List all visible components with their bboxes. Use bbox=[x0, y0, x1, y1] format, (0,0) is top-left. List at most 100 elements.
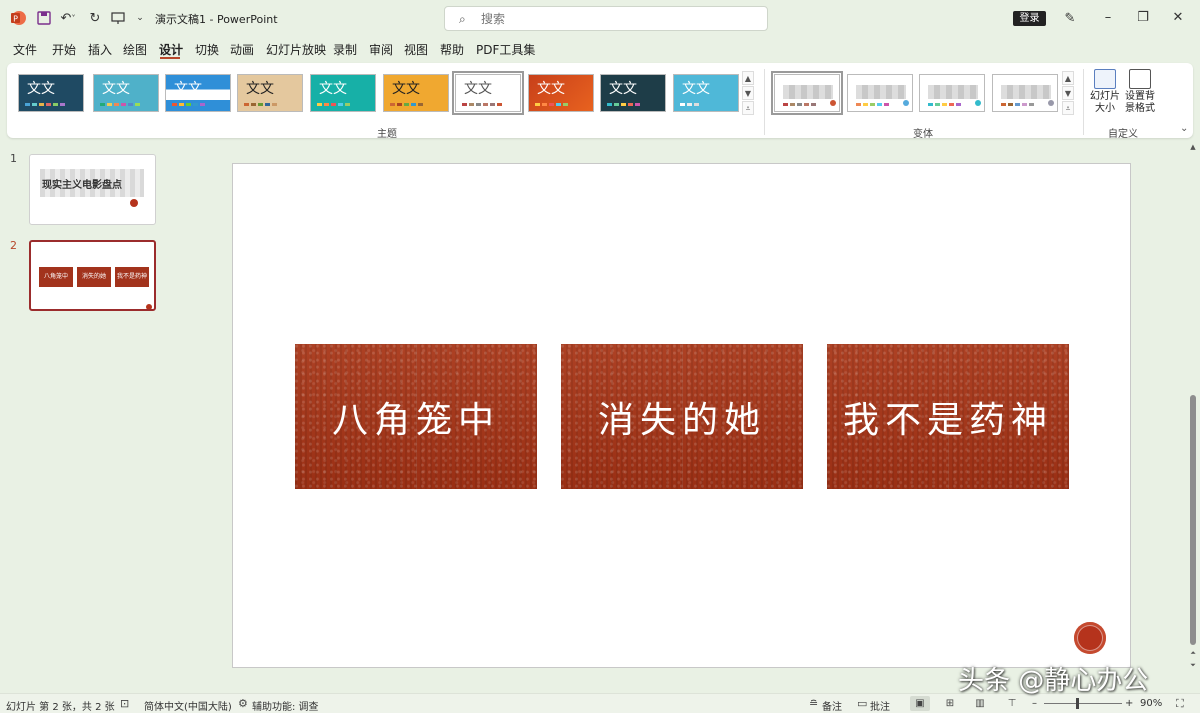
tab-draw[interactable]: 绘图 bbox=[123, 41, 147, 58]
zoom-in-icon[interactable]: + bbox=[1125, 698, 1133, 709]
notes-button[interactable]: 备注 bbox=[822, 698, 842, 713]
tab-design[interactable]: 设计 bbox=[159, 41, 183, 58]
minimize-icon[interactable]: – bbox=[1093, 8, 1123, 28]
mini-card: 八角笼中 bbox=[39, 267, 73, 287]
login-button[interactable]: 登录 bbox=[1013, 11, 1046, 26]
pen-icon[interactable]: ✎ bbox=[1062, 10, 1078, 26]
prev-slide-icon[interactable]: ⏶ bbox=[1188, 648, 1198, 658]
menu-bar: 文件 开始 插入 绘图 设计 切换 动画 幻灯片放映 录制 审阅 视图 帮助 P… bbox=[0, 37, 1200, 96]
movie-card-3[interactable]: 我不是药神 bbox=[827, 344, 1069, 489]
themes-scroll-down-icon[interactable]: ▼ bbox=[742, 86, 754, 100]
ribbon-separator bbox=[764, 69, 765, 135]
variant-thumbnail[interactable] bbox=[847, 74, 913, 112]
undo-icon[interactable]: ↶ ˅ bbox=[58, 10, 78, 26]
search-input[interactable] bbox=[481, 10, 751, 27]
seal-icon bbox=[1074, 622, 1106, 654]
present-icon[interactable] bbox=[110, 10, 126, 26]
slide-info: 幻灯片 第 2 张，共 2 张 bbox=[6, 702, 115, 713]
tab-home[interactable]: 开始 bbox=[52, 41, 76, 58]
powerpoint-logo-icon: P bbox=[10, 10, 26, 26]
slideshow-view-icon[interactable]: ⊤ bbox=[1002, 696, 1022, 711]
theme-thumbnail[interactable]: 文文 bbox=[600, 74, 666, 112]
theme-thumbnail[interactable]: 文文 bbox=[528, 74, 594, 112]
tab-review[interactable]: 审阅 bbox=[369, 41, 393, 58]
powerpoint-window: P ↶˅ ↻ ⌄ 演示文稿1 - PowerPoint ⌕ 登录 ✎ – ❐ ✕… bbox=[0, 0, 1200, 713]
fit-slide-icon[interactable]: ⛶ bbox=[1176, 697, 1184, 711]
search-box[interactable]: ⌕ bbox=[444, 6, 768, 31]
movie-card-2[interactable]: 消失的她 bbox=[561, 344, 803, 489]
slide-sorter-icon[interactable]: ⊞ bbox=[940, 696, 960, 711]
slide-editor: 八角笼中 消失的她 我不是药神 bbox=[174, 142, 1186, 693]
format-background-button[interactable]: 设置背景格式 bbox=[1122, 69, 1158, 121]
tab-file[interactable]: 文件 bbox=[13, 41, 37, 58]
slide-thumbnail-1[interactable]: 现实主义电影盘点 bbox=[29, 154, 156, 225]
redo-icon[interactable]: ↻ bbox=[87, 10, 103, 26]
seal-icon bbox=[146, 304, 152, 309]
next-slide-icon[interactable]: ⏷ bbox=[1188, 660, 1198, 670]
zoom-out-icon[interactable]: – bbox=[1032, 698, 1037, 709]
watermark: 头条 @静心办公 bbox=[958, 666, 1149, 696]
tab-view[interactable]: 视图 bbox=[404, 41, 428, 58]
mini-card: 消失的她 bbox=[77, 267, 111, 287]
close-icon[interactable]: ✕ bbox=[1163, 8, 1193, 28]
svg-text:P: P bbox=[13, 15, 18, 24]
slide-thumbnail-2[interactable]: 八角笼中 消失的她 我不是药神 bbox=[29, 240, 156, 311]
restore-icon[interactable]: ❐ bbox=[1128, 8, 1158, 28]
title-bar: P ↶˅ ↻ ⌄ 演示文稿1 - PowerPoint ⌕ 登录 ✎ – ❐ ✕ bbox=[0, 0, 1200, 36]
tab-transitions[interactable]: 切换 bbox=[195, 41, 219, 58]
normal-view-icon[interactable]: ▣ bbox=[910, 696, 930, 711]
tab-pdf-tools[interactable]: PDF工具集 bbox=[476, 41, 535, 58]
theme-thumbnail[interactable]: 文文 bbox=[237, 74, 303, 112]
variant-thumbnail[interactable] bbox=[992, 74, 1058, 112]
tab-help[interactable]: 帮助 bbox=[440, 41, 464, 58]
movie-card-1[interactable]: 八角笼中 bbox=[295, 344, 537, 489]
ribbon-separator bbox=[1083, 69, 1084, 135]
card-title: 八角笼中 bbox=[331, 399, 500, 441]
theme-thumbnail[interactable]: 文文 bbox=[673, 74, 739, 112]
save-icon[interactable] bbox=[36, 10, 52, 26]
theme-thumbnail[interactable]: 文文 bbox=[383, 74, 449, 112]
zoom-slider[interactable] bbox=[1044, 703, 1122, 704]
comments-button[interactable]: 批注 bbox=[870, 698, 890, 713]
tab-slideshow[interactable]: 幻灯片放映 bbox=[266, 41, 326, 58]
language-status[interactable]: 简体中文(中国大陆) bbox=[144, 698, 232, 713]
tab-record[interactable]: 录制 bbox=[333, 41, 357, 58]
scroll-thumb[interactable] bbox=[1190, 395, 1196, 645]
zoom-slider-knob[interactable] bbox=[1076, 698, 1079, 709]
collapse-ribbon-icon[interactable]: ⌄ bbox=[1180, 123, 1188, 134]
themes-more-icon[interactable]: ⩡ bbox=[742, 101, 754, 115]
current-slide[interactable]: 八角笼中 消失的她 我不是药神 bbox=[232, 163, 1131, 668]
reading-view-icon[interactable]: ▥ bbox=[970, 696, 990, 711]
themes-group-label: 主题 bbox=[377, 129, 397, 140]
design-ribbon: 文文 文文 文文 文文 文文 文文 文文 文文 文文 文文 ▲ ▼ ⩡ 主题 ▲… bbox=[7, 63, 1193, 140]
themes-scroll-up-icon[interactable]: ▲ bbox=[742, 71, 754, 85]
variant-thumbnail[interactable] bbox=[919, 74, 985, 112]
theme-thumbnail[interactable]: 文文 bbox=[18, 74, 84, 112]
window-title: 演示文稿1 - PowerPoint bbox=[155, 13, 278, 26]
slide-size-button[interactable]: 幻灯片大小 bbox=[1088, 69, 1122, 121]
variants-more-icon[interactable]: ⩡ bbox=[1062, 101, 1074, 115]
spellcheck-icon[interactable]: ⊡ bbox=[120, 697, 129, 710]
accessibility-status[interactable]: 辅助功能: 调查 bbox=[252, 698, 319, 713]
tab-insert[interactable]: 插入 bbox=[88, 41, 112, 58]
vertical-scrollbar[interactable]: ▲ ⏶ ⏷ bbox=[1188, 142, 1198, 680]
theme-thumbnail[interactable]: 文文 bbox=[310, 74, 376, 112]
accessibility-icon: ⚙ bbox=[238, 697, 248, 710]
theme-thumbnail[interactable]: 文文 bbox=[93, 74, 159, 112]
slide-size-icon bbox=[1094, 69, 1116, 89]
scroll-up-icon[interactable]: ▲ bbox=[1188, 142, 1198, 152]
variants-scroll-down-icon[interactable]: ▼ bbox=[1062, 86, 1074, 100]
theme-thumbnail[interactable]: 文文 bbox=[165, 74, 231, 112]
customize-qat-icon[interactable]: ⌄ bbox=[134, 10, 146, 26]
zoom-level[interactable]: 90% bbox=[1140, 698, 1162, 709]
notes-icon: ≘ bbox=[809, 697, 819, 710]
slide-number: 1 bbox=[10, 152, 17, 165]
slide-number: 2 bbox=[10, 239, 17, 252]
mini-card: 我不是药神 bbox=[115, 267, 149, 287]
variants-group-label: 变体 bbox=[913, 129, 933, 140]
variants-scroll-up-icon[interactable]: ▲ bbox=[1062, 71, 1074, 85]
tab-animations[interactable]: 动画 bbox=[230, 41, 254, 58]
theme-thumbnail-current[interactable]: 文文 bbox=[452, 71, 524, 115]
slide-thumbnails-panel: 1 现实主义电影盘点 2 八角笼中 消失的她 我不是药神 bbox=[0, 142, 173, 693]
variant-thumbnail[interactable] bbox=[771, 71, 843, 115]
